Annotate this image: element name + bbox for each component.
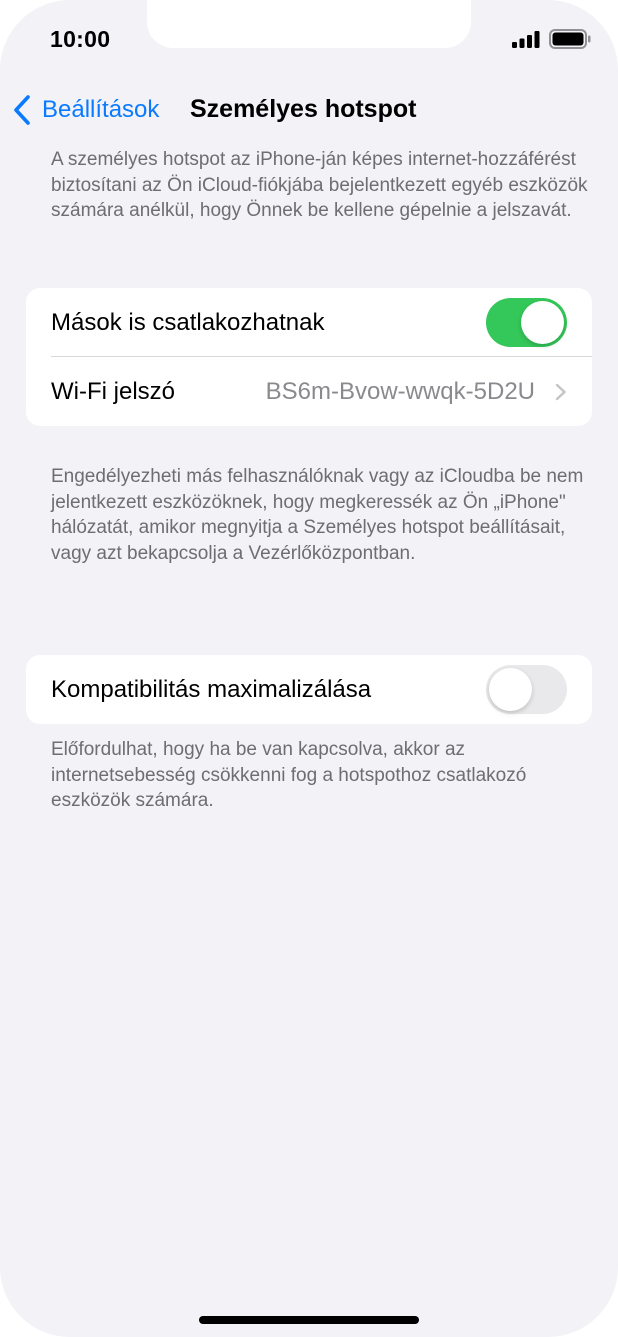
notch [147,0,471,48]
chevron-left-icon [14,95,30,125]
allow-others-row: Mások is csatlakozhatnak [26,288,592,357]
allow-others-toggle[interactable] [486,298,567,347]
wifi-password-label: Wi-Fi jelszó [51,377,175,405]
compatibility-group: Kompatibilitás maximalizálása [26,655,592,724]
maximize-compatibility-row: Kompatibilitás maximalizálása [26,655,592,724]
status-time: 10:00 [50,26,111,52]
allow-others-label: Mások is csatlakozhatnak [51,308,325,336]
sharing-footer: Engedélyezheti más felhasználóknak vagy … [51,466,584,564]
back-button[interactable]: Beállítások [12,92,159,128]
device-screen: 10:00 Beállítások Személyes hotspot A sz… [0,0,618,1337]
back-label: Beállítások [42,96,160,123]
intro-description: A személyes hotspot az iPhone-ján képes … [51,149,588,221]
wifi-password-value: BS6m-Bvow-wwqk-5D2U [265,377,535,405]
sharing-settings-group: Mások is csatlakozhatnak Wi-Fi jelszó BS… [26,288,592,426]
compatibility-footer: Előfordulhat, hogy ha be van kapcsolva, … [51,739,527,811]
navigation-bar: Beállítások Személyes hotspot [0,88,618,132]
toggle-knob [521,301,564,344]
chevron-right-icon [555,383,566,401]
toggle-knob [489,668,532,711]
page-title: Személyes hotspot [190,95,417,123]
wifi-password-row[interactable]: Wi-Fi jelszó BS6m-Bvow-wwqk-5D2U [26,357,592,426]
maximize-compatibility-toggle[interactable] [486,665,567,714]
maximize-compatibility-label: Kompatibilitás maximalizálása [51,675,372,703]
home-indicator[interactable] [199,1316,419,1324]
battery-icon [549,29,591,49]
cellular-signal-icon [512,31,540,48]
